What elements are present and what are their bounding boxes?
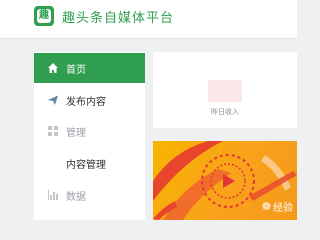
stat-value-placeholder	[208, 80, 242, 102]
bar-chart-icon	[47, 189, 59, 201]
sidebar-item-label: 发布内容	[66, 96, 106, 108]
promo-banner[interactable]: ❁ 经验	[153, 141, 297, 220]
sidebar-item-home[interactable]: 首页	[34, 53, 145, 83]
send-icon	[47, 94, 59, 106]
paw-icon: ❁	[261, 200, 271, 213]
grid-icon	[47, 125, 59, 137]
play-icon	[223, 174, 235, 188]
logo-icon[interactable]: 趣	[34, 6, 54, 26]
sidebar-item-publish[interactable]: 发布内容	[34, 85, 145, 115]
brand-title[interactable]: 趣头条自媒体平台	[62, 7, 174, 26]
sidebar-item-manage[interactable]: 管理	[34, 116, 145, 146]
watermark-text: 经验	[273, 203, 293, 214]
sidebar-item-content-management[interactable]: 内容管理	[34, 148, 145, 178]
watermark: ❁ 经验	[262, 199, 293, 214]
sidebar-item-label: 首页	[66, 64, 86, 76]
sidebar-item-label: 数据	[66, 191, 86, 203]
sidebar-item-data[interactable]: 数据	[34, 180, 145, 210]
sidebar: 首页 发布内容 管理 内容管理 数据	[34, 52, 145, 220]
sidebar-item-label: 内容管理	[66, 159, 106, 171]
sidebar-item-label: 管理	[66, 127, 86, 139]
stat-label: 昨日收入	[211, 108, 239, 116]
top-header: 趣 趣头条自媒体平台	[0, 0, 297, 39]
home-icon	[47, 62, 59, 74]
logo-glyph: 趣	[37, 9, 51, 23]
